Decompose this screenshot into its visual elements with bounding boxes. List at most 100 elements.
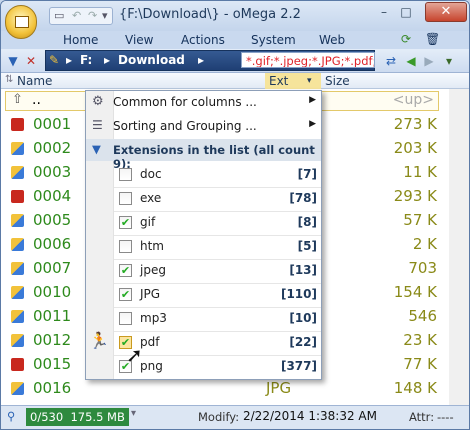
column-size[interactable]: Size xyxy=(325,74,350,88)
modify-value: 2/22/2014 1:38:32 AM xyxy=(243,409,377,423)
submenu-arrow-icon: ▶ xyxy=(309,95,316,105)
filter-input[interactable]: *.gif;*.jpeg;*.JPG;*.pdf;*.pn xyxy=(241,52,375,68)
pdf-file-icon xyxy=(11,190,24,203)
file-size: 77 K xyxy=(403,355,437,373)
file-name: 0001 xyxy=(33,115,72,133)
modify-label: Modify: xyxy=(198,410,240,424)
extension-name: gif xyxy=(140,215,156,229)
file-name: 0004 xyxy=(33,187,72,205)
maximize-button[interactable]: □ xyxy=(397,5,415,21)
extension-count: [377] xyxy=(280,359,317,373)
extension-count: [78] xyxy=(289,191,317,205)
file-ext: JPG xyxy=(266,379,292,397)
sync-icon[interactable]: ⇄ xyxy=(383,53,399,69)
attr-value: ---- xyxy=(437,410,454,424)
extension-checkbox[interactable] xyxy=(119,240,132,253)
path-separator-icon: ▸ xyxy=(198,53,205,67)
file-count: 0/530 xyxy=(30,410,64,424)
extension-checkbox[interactable] xyxy=(119,312,132,325)
extension-item-gif[interactable]: ✔ gif [8] xyxy=(114,211,321,235)
extension-name: exe xyxy=(140,191,162,205)
window-title: {F:\Download\} - oMega 2.2 xyxy=(119,7,301,22)
extension-name: jpeg xyxy=(140,263,166,277)
folder-crumb[interactable]: Download xyxy=(118,53,185,67)
filter-icon[interactable]: ▼ xyxy=(5,53,21,69)
tab-home[interactable]: Home xyxy=(63,33,98,47)
runner-icon: 🏃 xyxy=(89,331,109,350)
extension-name: png xyxy=(140,359,163,373)
undo-icon[interactable]: ↶ xyxy=(72,9,81,22)
menu-item-common-columns[interactable]: ⚙ Common for columns ... ▶ xyxy=(86,91,321,115)
image-file-icon xyxy=(11,166,24,179)
forward-icon[interactable]: ▶ xyxy=(421,53,437,69)
extension-checkbox[interactable]: ✔ xyxy=(119,288,132,301)
file-name: 0002 xyxy=(33,139,72,157)
recycle-bin-icon[interactable]: 🗑 xyxy=(425,32,440,46)
tab-system[interactable]: System xyxy=(251,33,296,47)
extension-item-pdf[interactable]: ✔ pdf [22] xyxy=(114,331,321,355)
column-name[interactable]: Name xyxy=(17,74,52,88)
up-folder-icon: ⇧ xyxy=(12,92,23,107)
file-name: 0012 xyxy=(33,331,72,349)
selection-count-badge: 0/530 175.5 MB xyxy=(26,408,129,426)
redo-icon[interactable]: ↷ xyxy=(88,9,97,22)
file-size: 148 K xyxy=(393,379,437,397)
chevron-down-icon[interactable]: ▾ xyxy=(307,76,312,86)
file-name: 0010 xyxy=(33,283,72,301)
refresh-icon[interactable]: ⟳ xyxy=(401,32,411,46)
extension-checkbox[interactable]: ✔ xyxy=(119,264,132,277)
extension-item-mp3[interactable]: mp3 [10] xyxy=(114,307,321,331)
path-separator-icon: ▸ xyxy=(104,53,111,67)
clear-filter-icon[interactable]: ✕ xyxy=(23,53,39,69)
search-icon[interactable]: ⚲ xyxy=(7,409,15,423)
close-button[interactable]: ✕ xyxy=(425,2,467,22)
extension-item-jpg[interactable]: ✔ JPG [110] xyxy=(114,283,321,307)
column-options-icon[interactable]: ⇅ xyxy=(5,74,13,85)
file-name: 0005 xyxy=(33,211,72,229)
tab-actions[interactable]: Actions xyxy=(181,33,225,47)
dropdown-icon[interactable]: ▾ xyxy=(131,408,136,419)
column-ext[interactable]: Ext xyxy=(269,74,288,88)
tab-view[interactable]: View xyxy=(125,33,153,47)
back-icon[interactable]: ◀ xyxy=(403,53,419,69)
extension-count: [5] xyxy=(297,239,317,253)
history-dropdown-icon[interactable]: ▾ xyxy=(441,53,457,69)
image-file-icon xyxy=(11,238,24,251)
edit-path-icon[interactable]: ✎ xyxy=(49,53,59,67)
vertical-scrollbar[interactable] xyxy=(449,89,469,405)
file-size: 11 K xyxy=(403,163,437,181)
image-file-icon xyxy=(11,262,24,275)
menu-item-label: Common for columns ... xyxy=(113,95,257,109)
extension-item-exe[interactable]: exe [78] xyxy=(114,187,321,211)
extension-item-png[interactable]: ✔ png [377] xyxy=(114,355,321,379)
extension-checkbox[interactable] xyxy=(119,168,132,181)
extension-count: [10] xyxy=(289,311,317,325)
file-size: 703 xyxy=(408,259,437,277)
drive-crumb[interactable]: F: xyxy=(80,53,92,67)
file-row[interactable]: 0016 148 K xyxy=(1,377,441,401)
sort-icon: ☰ xyxy=(92,118,103,132)
path-separator-icon: ▸ xyxy=(66,53,73,67)
app-menu-button[interactable] xyxy=(5,5,37,39)
qat-dropdown-icon[interactable]: ▾ xyxy=(102,9,108,22)
minimize-button[interactable]: – xyxy=(375,5,393,21)
file-size: 273 K xyxy=(393,115,437,133)
tab-web[interactable]: Web xyxy=(319,33,345,47)
extension-item-htm[interactable]: htm [5] xyxy=(114,235,321,259)
pdf-file-icon xyxy=(11,358,24,371)
file-name: 0007 xyxy=(33,259,72,277)
attr-label: Attr: xyxy=(409,410,435,424)
filter-icon: ▼ xyxy=(92,142,101,156)
image-file-icon xyxy=(11,310,24,323)
ribbon-tabs: Home View Actions System Web ⟳ 🗑 xyxy=(1,31,469,49)
extension-checkbox[interactable] xyxy=(119,192,132,205)
extension-checkbox[interactable]: ✔ xyxy=(119,216,132,229)
menu-item-sorting-grouping[interactable]: ☰ Sorting and Grouping ... ▶ xyxy=(86,115,321,139)
image-file-icon xyxy=(11,142,24,155)
window-icon[interactable]: ▭ xyxy=(54,9,64,22)
extension-count: [22] xyxy=(289,335,317,349)
file-size: 203 K xyxy=(393,139,437,157)
extension-item-doc[interactable]: doc [7] xyxy=(114,163,321,187)
file-size: 57 K xyxy=(403,211,437,229)
extension-item-jpeg[interactable]: ✔ jpeg [13] xyxy=(114,259,321,283)
